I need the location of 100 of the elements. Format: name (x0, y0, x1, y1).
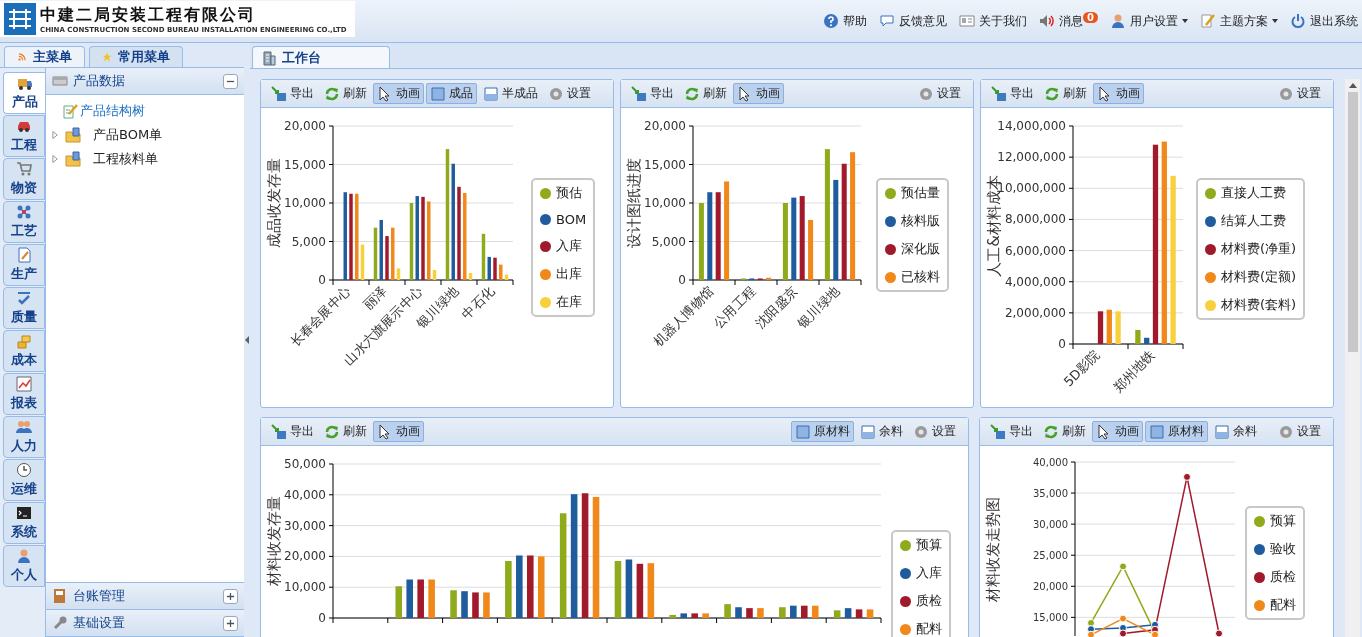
legend-label: 预算 (916, 536, 942, 554)
axis-tick-label: 40,000 (1033, 457, 1068, 468)
toolbar-button[interactable]: 余料 (1210, 421, 1261, 442)
axis-tick-label: 8,000,000 (1004, 212, 1066, 227)
tree-item[interactable]: 产品BOM单 (93, 126, 163, 144)
axis-tick-label: 15,000 (1033, 612, 1068, 624)
accordion-header[interactable]: 基础设置 (46, 610, 244, 637)
accordion-title: 基础设置 (73, 614, 126, 632)
toolbar-button[interactable]: 导出 (987, 83, 1038, 104)
axis-tick-label: 30,000 (284, 518, 326, 533)
axis-tick-label: 10,000 (284, 580, 326, 595)
module-tab[interactable]: 工艺 (3, 201, 45, 243)
menu-tab[interactable]: 常用菜单 (89, 46, 183, 67)
legend-label: 入库 (916, 564, 942, 582)
legend-label: 质检 (1270, 568, 1296, 586)
workspace-tab[interactable]: 工作台 (252, 46, 390, 68)
legend-label: 配料 (1270, 596, 1296, 614)
legend-label: BOM (556, 212, 587, 227)
toolbar-button[interactable]: 刷新 (1040, 83, 1091, 104)
toolbar-button[interactable]: 设置 (914, 83, 965, 104)
axis-tick-label: 5,000 (291, 234, 326, 249)
toolbar-button[interactable]: 设置 (544, 83, 595, 104)
toolbar-button[interactable]: 导出 (267, 421, 318, 442)
legend-label: 出库 (556, 265, 582, 283)
toolbar-button[interactable]: 设置 (909, 421, 960, 442)
module-tab[interactable]: 产品 (3, 72, 45, 114)
axis-title: 成品收发存量 (265, 158, 283, 248)
header-link[interactable]: 主题方案 (1200, 12, 1278, 30)
legend-label: 材料费(净重) (1221, 240, 1297, 258)
accordion-title: 台账管理 (73, 587, 126, 605)
toolbar-button[interactable]: 动画 (1092, 421, 1143, 442)
axis-title: 材料收发走势图 (984, 496, 1002, 602)
axis-tick-label: 20,000 (284, 119, 326, 133)
axis-tick-label: 20,000 (284, 549, 326, 564)
toolbar-button[interactable]: 动画 (733, 83, 784, 104)
toolbar-button[interactable]: 导出 (627, 83, 678, 104)
menu-tab[interactable]: 主菜单 (4, 46, 85, 67)
axis-tick-label: 15,000 (284, 157, 326, 172)
legend-label: 入库 (556, 237, 582, 255)
axis-tick-label: 2,000,000 (1004, 305, 1066, 320)
toolbar-button[interactable]: 原材料 (791, 421, 854, 442)
toolbar-button[interactable]: 动画 (1093, 83, 1144, 104)
toolbar-button[interactable]: 余料 (856, 421, 907, 442)
axis-tick-label: 50,000 (284, 457, 326, 471)
module-tab[interactable]: 物资 (3, 158, 45, 200)
header-link[interactable]: 帮助 (823, 12, 868, 30)
header-link[interactable]: 用户设置 (1110, 12, 1188, 30)
legend-label: 直接人工费 (1221, 184, 1286, 202)
accordion-header[interactable]: 台账管理 (46, 583, 244, 610)
axis-tick-label: 14,000,000 (997, 119, 1066, 133)
axis-tick-label: 10,000 (644, 196, 686, 210)
legend-label: 深化版 (901, 240, 940, 258)
axis-tick-label: 0 (318, 611, 326, 625)
toolbar-button[interactable]: 刷新 (320, 83, 371, 104)
toolbar-button[interactable]: 刷新 (320, 421, 371, 442)
axis-tick-label: 25,000 (1033, 550, 1068, 562)
axis-tick-label: 6,000,000 (1004, 243, 1066, 258)
toolbar-button[interactable]: 导出 (267, 83, 318, 104)
module-tab[interactable]: 运维 (3, 459, 45, 501)
legend-label: 预估量 (901, 184, 940, 202)
module-tab[interactable]: 个人 (3, 545, 45, 587)
toolbar-button[interactable]: 原材料 (1145, 421, 1208, 442)
module-tab[interactable]: 系统 (3, 502, 45, 544)
module-tab[interactable]: 报表 (3, 373, 45, 415)
toolbar-button[interactable]: 动画 (373, 83, 424, 104)
legend-label: 材料费(定额) (1221, 268, 1297, 286)
legend-label: 核料版 (901, 212, 940, 230)
module-tab[interactable]: 人力 (3, 416, 45, 458)
module-tab[interactable]: 成本 (3, 330, 45, 372)
axis-tick-label: 15,000 (644, 157, 686, 172)
axis-tick-label: 20,000 (644, 119, 686, 133)
axis-tick-label: 12,000,000 (997, 150, 1066, 165)
toolbar-button[interactable]: 动画 (373, 421, 424, 442)
toolbar-button[interactable]: 半成品 (479, 83, 542, 104)
axis-tick-label: 20,000 (1033, 581, 1068, 593)
header-link[interactable]: 退出系统 (1290, 12, 1358, 30)
tree-item[interactable]: 产品结构树 (80, 102, 145, 120)
module-tab[interactable]: 生产 (3, 244, 45, 286)
toolbar-button[interactable]: 成品 (426, 83, 477, 104)
legend-label: 验收 (1270, 540, 1296, 558)
header-link[interactable]: 反馈意见 (879, 12, 948, 30)
axis-title: 材料收发存量 (265, 496, 283, 586)
legend-label: 预估 (556, 184, 582, 202)
header-link[interactable]: 关于我们 (959, 12, 1028, 30)
category-label: 郑州地铁 (1110, 347, 1158, 395)
company-name: 中建二局安装工程有限公司 (40, 4, 257, 26)
legend-label: 配料 (916, 620, 942, 637)
header-link[interactable]: 消息 0 (1039, 12, 1098, 30)
toolbar-button[interactable]: 设置 (1274, 421, 1325, 442)
module-tab[interactable]: 工程 (3, 115, 45, 157)
toolbar-button[interactable]: 刷新 (680, 83, 731, 104)
toolbar-button[interactable]: 刷新 (1039, 421, 1090, 442)
count-badge: 0 (1083, 11, 1098, 23)
module-tab[interactable]: 质量 (3, 287, 45, 329)
tree-item[interactable]: 工程核料单 (93, 150, 158, 168)
toolbar-button[interactable]: 设置 (1274, 83, 1325, 104)
category-label: 丽泽 (360, 283, 390, 313)
toolbar-button[interactable]: 导出 (986, 421, 1037, 442)
accordion-header[interactable]: 产品数据 (46, 68, 244, 95)
legend-label: 材料费(套料) (1221, 296, 1297, 314)
